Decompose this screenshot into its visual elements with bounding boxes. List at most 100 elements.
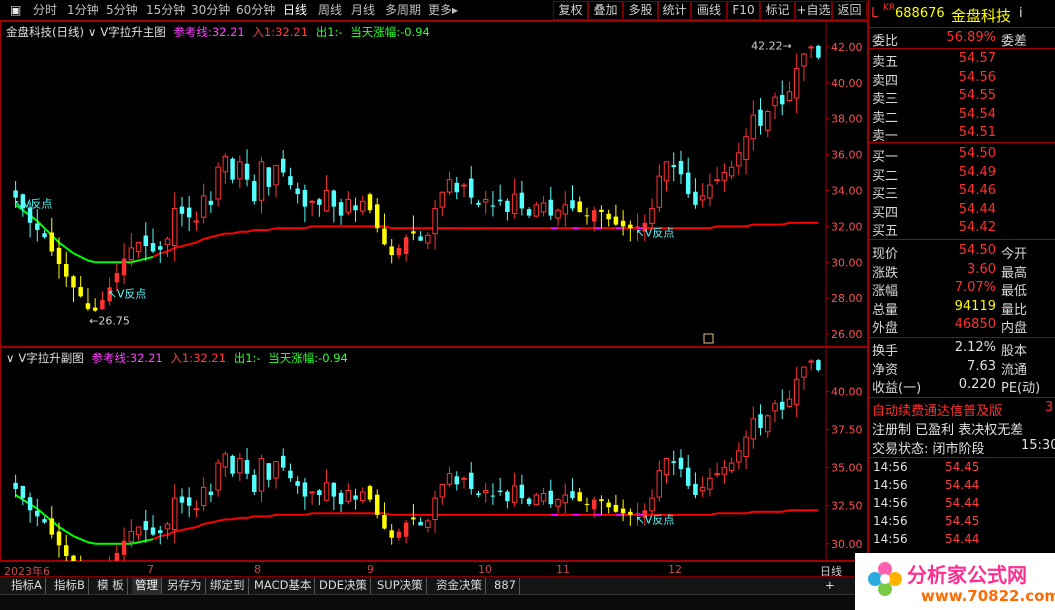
candle-body [158, 530, 163, 534]
period-tab-fenshi[interactable]: 分时 [33, 2, 57, 19]
quote-row-label2: 最低 [1001, 284, 1028, 299]
period-tab-weekly[interactable]: 周线 [318, 2, 342, 19]
tab-bind-to[interactable]: 绑定到 [207, 578, 249, 594]
tab-manage[interactable]: 管理 [132, 578, 162, 594]
sub-chart-panel[interactable]: 40.0037.5035.0032.5030.00↖V反点↖V反点 ∨ V字拉升副… [0, 347, 868, 561]
candle-body [446, 473, 453, 485]
candle-body [288, 470, 293, 479]
tab-fund[interactable]: 资金决策 [433, 578, 486, 594]
period-tab-15min[interactable]: 15分钟 [146, 2, 185, 19]
candle-body [663, 457, 670, 476]
quote-row-value: 54.50 [958, 243, 996, 258]
ma-line-segment [131, 259, 139, 264]
candle-body [323, 189, 330, 212]
period-tab-more[interactable]: 更多▸ [428, 2, 458, 19]
ma-line-segment [160, 533, 168, 538]
period-tab-60min[interactable]: 60分钟 [236, 2, 275, 19]
candle-body [353, 205, 358, 211]
stats-button[interactable]: 统计 [658, 1, 691, 20]
quote-row: 外盘 46850 内盘 [869, 317, 1055, 336]
period-tab-5min[interactable]: 5分钟 [106, 2, 138, 19]
period-tab-monthly[interactable]: 月线 [351, 2, 375, 19]
separator [869, 239, 1055, 240]
period-tab-30min[interactable]: 30分钟 [191, 2, 230, 19]
candle-body [215, 166, 221, 200]
tab-macd[interactable]: MACD基本 [251, 578, 316, 594]
candle-body [222, 155, 229, 173]
stock-code: 688676 [895, 6, 945, 21]
v-reversal-label: ↖V反点 [108, 287, 147, 300]
tick-time: 14:56 [873, 496, 908, 510]
candle-body [678, 160, 684, 175]
quote-row-label2: 内盘 [1001, 321, 1028, 336]
quote-row: 买一 54.50 [869, 146, 1055, 165]
quote-row-label: 现价 [872, 247, 899, 262]
tab-template[interactable]: 模 板 [94, 578, 128, 594]
ma-line-segment [188, 526, 197, 530]
period-tab-daily[interactable]: 日线 [283, 2, 307, 19]
add-tab-button[interactable]: + [822, 578, 838, 594]
candle-body [490, 495, 496, 497]
ma-line-segment [80, 255, 89, 262]
menu-square-icon[interactable]: ▣ [10, 2, 21, 19]
tab-indicator-a[interactable]: 指标A [8, 578, 46, 594]
main-candlestick-chart[interactable]: 42.00 40.00 38.00 36.00 34.00 32.00 30.00 28.00… [0, 21, 868, 347]
ma-line-segment [167, 247, 176, 253]
banner-auto-renew-tail: 3 [1045, 400, 1054, 415]
ma-line-segment [65, 530, 75, 537]
candle-body [252, 181, 257, 202]
tab-sup[interactable]: SUP决策 [374, 578, 427, 594]
tab-dde[interactable]: DDE决策 [316, 578, 371, 594]
multi-stock-button[interactable]: 多股 [623, 1, 658, 20]
draw-line-button[interactable]: 画线 [691, 1, 727, 20]
back-button[interactable]: 返回 [832, 1, 867, 20]
quote-row-value: 54.50 [958, 146, 996, 161]
ma-line-segment [709, 225, 718, 230]
tab-save-as[interactable]: 另存为 [164, 578, 206, 594]
candle-body [164, 238, 171, 246]
candle-body [42, 519, 47, 523]
candle-body [707, 184, 713, 199]
tab-887[interactable]: 887 [491, 578, 520, 594]
candle-body [533, 204, 540, 217]
quote-row: 卖二 54.54 [869, 107, 1055, 126]
f10-button[interactable]: F10 [727, 1, 760, 20]
sub-indicator-name[interactable]: V字拉升副图 [18, 351, 83, 365]
candle-body [699, 195, 706, 201]
tab-indicator-b[interactable]: 指标B [51, 578, 89, 594]
quote-row: 总量 94119 量比 [869, 299, 1055, 318]
candle-body [345, 489, 352, 502]
quote-row-value: 3.60 [967, 261, 996, 277]
date-axis: 2023年6 7 8 9 10 11 12 日线 [0, 561, 868, 578]
tick-row: 14:56 54.45 [869, 514, 1055, 531]
main-indicator-name[interactable]: V字拉升主图 [100, 25, 165, 39]
candle-body [685, 172, 691, 195]
candle-body [758, 414, 763, 429]
candle-body [584, 503, 590, 505]
ma-line-segment [65, 247, 75, 255]
in1-label: 入1: [252, 25, 276, 39]
fuquan-button[interactable]: 复权 [553, 1, 588, 20]
period-tab-1min[interactable]: 1分钟 [67, 2, 99, 19]
dropdown-arrow-icon[interactable]: ∨ [88, 25, 96, 39]
ma-line-segment [138, 539, 147, 544]
candle-body [230, 455, 235, 474]
main-chart-panel[interactable]: 42.00 40.00 38.00 36.00 34.00 32.00 30.00 28.00… [0, 21, 868, 347]
v-reversal-label: ↖V反点 [636, 513, 675, 526]
info-button[interactable]: i [1019, 6, 1023, 21]
dropdown-arrow-icon[interactable]: ∨ [6, 351, 14, 365]
overlay-button[interactable]: 叠加 [588, 1, 623, 20]
candle-body [85, 303, 91, 309]
candle-body [432, 207, 438, 235]
mark-button[interactable]: 标记 [760, 1, 795, 20]
add-watchlist-button[interactable]: +自选 [795, 1, 832, 20]
candle-body [606, 213, 611, 220]
candle-body [548, 490, 554, 505]
banner-auto-renew[interactable]: 自动续费通达信普及版 3 [869, 400, 1055, 419]
quote-row-label: 买一 [872, 150, 899, 165]
period-tab-multi[interactable]: 多周期 [385, 2, 421, 19]
candle-body [338, 202, 344, 216]
sub-candlestick-chart[interactable]: 40.0037.5035.0032.5030.00↖V反点↖V反点 [0, 347, 868, 561]
ma-line-segment [87, 541, 96, 545]
candle-body [27, 497, 33, 511]
